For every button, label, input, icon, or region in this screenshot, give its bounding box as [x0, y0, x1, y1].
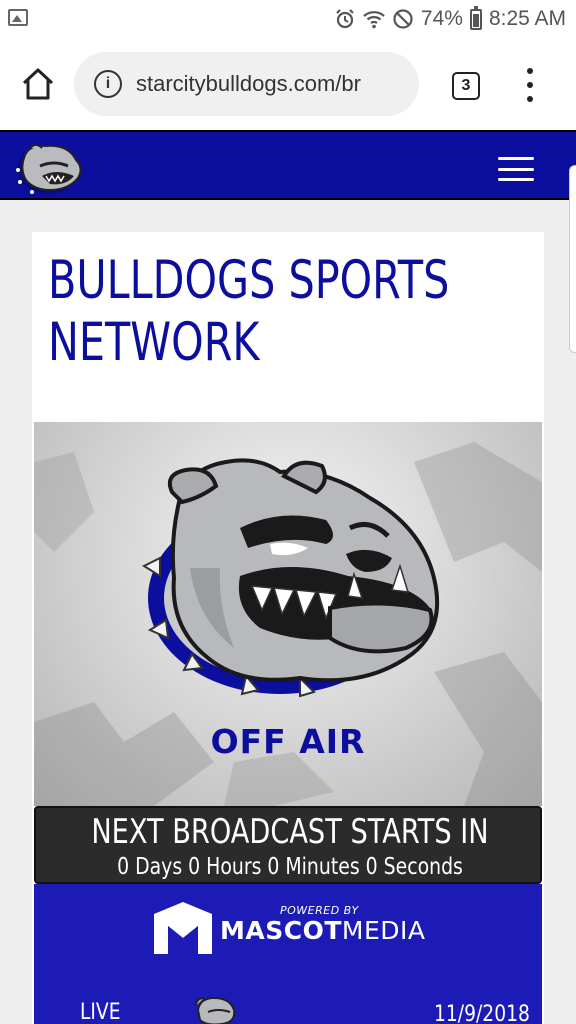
battery-icon: [469, 5, 482, 30]
wifi-icon: [363, 8, 385, 30]
info-icon[interactable]: i: [94, 70, 122, 98]
brand-light: MEDIA: [341, 916, 426, 945]
tabs-icon[interactable]: 3: [452, 72, 480, 100]
mascot-media-wordmark: MASCOTMEDIA: [220, 916, 425, 945]
home-icon[interactable]: [20, 66, 56, 102]
address-bar[interactable]: i starcitybulldogs.com/br: [74, 52, 419, 116]
overflow-menu-icon[interactable]: [522, 68, 538, 102]
alarm-icon: [334, 8, 356, 30]
battery-percent: 74%: [420, 7, 463, 30]
status-icons: 74% 8:25 AM: [334, 5, 566, 32]
broadcast-date: 11/9/2018: [434, 1002, 530, 1024]
video-player[interactable]: OFF AIR: [34, 422, 542, 806]
hamburger-menu-icon[interactable]: [498, 157, 534, 181]
scroll-indicator[interactable]: [569, 165, 576, 353]
browser-toolbar: i starcitybulldogs.com/br 3: [0, 38, 576, 130]
bulldog-mini-logo: [195, 996, 236, 1024]
status-bar: 74% 8:25 AM: [0, 0, 576, 38]
countdown-title: NEXT BROADCAST STARTS IN: [91, 812, 489, 852]
content-card: BULLDOGS SPORTS NETWORK OFF AIR NEXT BRO…: [32, 232, 544, 1024]
live-label[interactable]: LIVE: [80, 1000, 121, 1024]
gallery-icon: [8, 9, 28, 26]
countdown-value: 0 Days 0 Hours 0 Minutes 0 Seconds: [117, 854, 463, 880]
url-text[interactable]: starcitybulldogs.com/br: [136, 71, 361, 97]
off-air-label: OFF AIR: [210, 722, 366, 761]
bulldog-mascot-image: [141, 458, 440, 698]
sponsor-banner[interactable]: POWERED BY MASCOTMEDIA LIVE 11/9/2018: [34, 884, 542, 1024]
clock: 8:25 AM: [488, 7, 566, 30]
site-header: [0, 130, 576, 200]
brand-bold: MASCOT: [220, 916, 342, 945]
mascot-media-logo-icon: [154, 902, 212, 954]
page-title: BULLDOGS SPORTS NETWORK: [48, 250, 450, 373]
countdown-panel: NEXT BROADCAST STARTS IN 0 Days 0 Hours …: [34, 806, 542, 884]
do-not-disturb-icon: [392, 8, 414, 30]
bulldog-logo[interactable]: [10, 138, 88, 196]
